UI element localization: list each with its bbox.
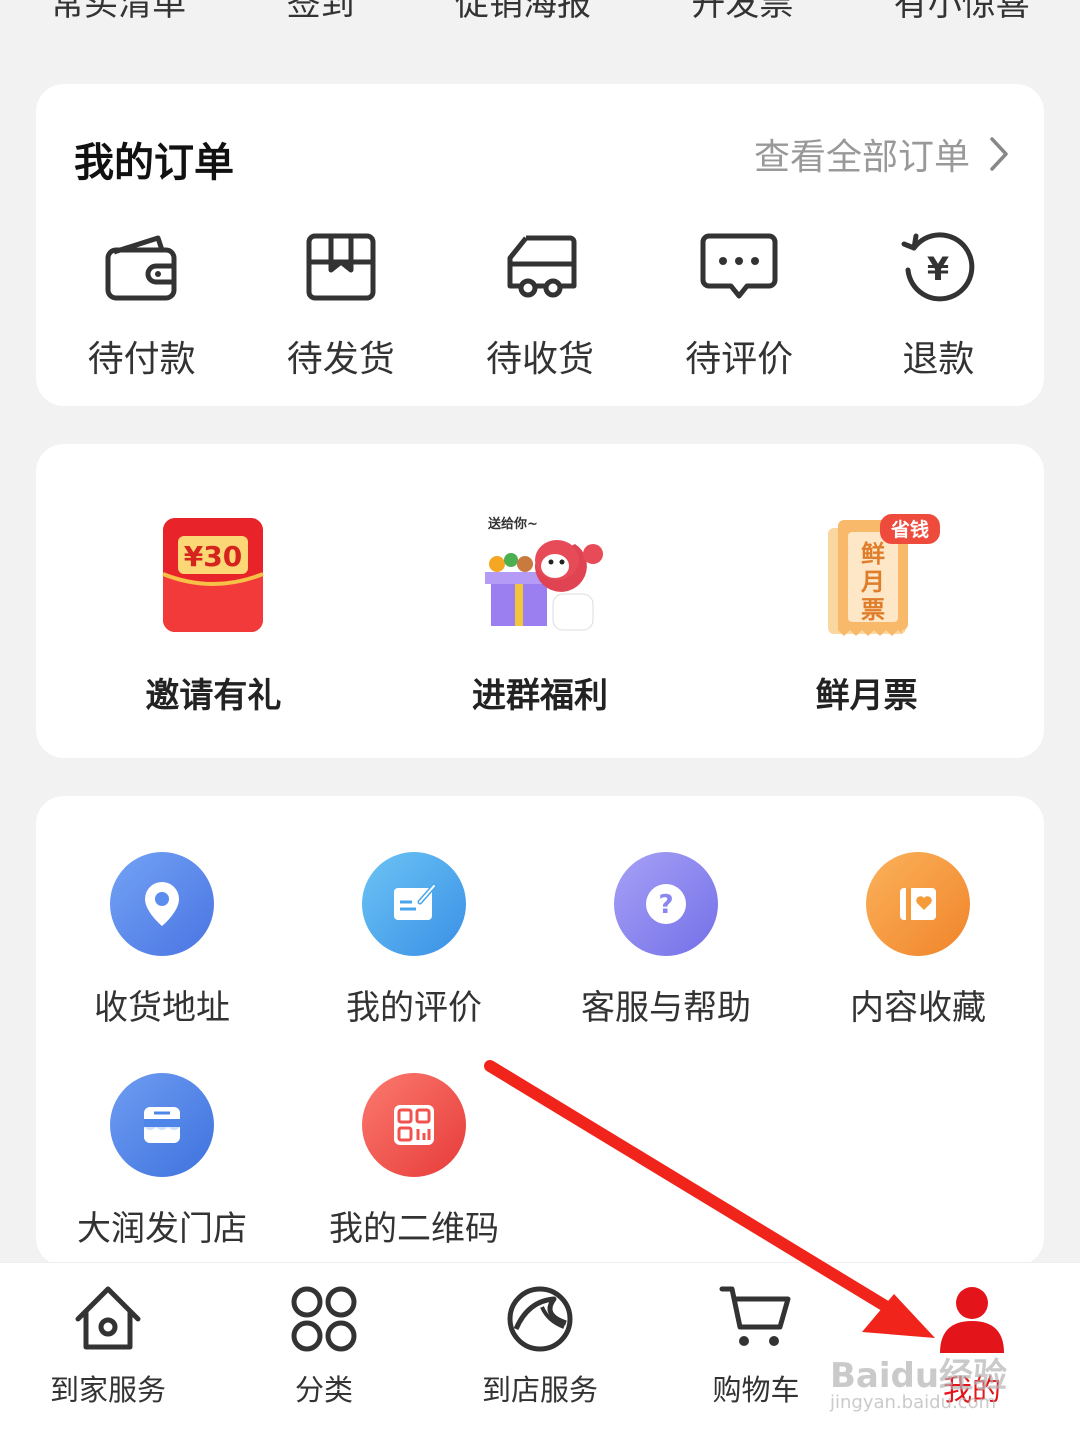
order-refund[interactable]: ¥ 退款 bbox=[843, 230, 1033, 382]
watermark-url: jingyan.baidu.com bbox=[830, 1392, 997, 1413]
order-status-label: 待发货 bbox=[286, 339, 395, 380]
promotions-card: ¥30 邀请有礼 送给你~ 进群福利 鲜 月 票 省钱 鲜月票 bbox=[36, 444, 1044, 758]
edit-note-icon bbox=[362, 852, 466, 956]
order-status-label: 待评价 bbox=[685, 339, 794, 380]
order-pending-shipment[interactable]: 待发货 bbox=[246, 230, 436, 382]
tool-my-reviews[interactable]: 我的评价 bbox=[288, 852, 540, 1029]
tool-label: 大润发门店 bbox=[77, 1209, 247, 1249]
help-icon: ? bbox=[614, 852, 718, 956]
order-status-label: 待付款 bbox=[87, 339, 196, 380]
tool-label: 我的二维码 bbox=[329, 1209, 499, 1249]
promo-group-benefits[interactable]: 送给你~ 进群福利 bbox=[410, 514, 670, 717]
svg-text:票: 票 bbox=[861, 596, 885, 624]
category-icon bbox=[291, 1286, 357, 1352]
tools-card: 收货地址 我的评价 ? 客服与帮助 内容收藏 大润发门店 我的二维码 bbox=[36, 796, 1044, 1266]
comment-icon bbox=[700, 233, 778, 299]
tab-category[interactable]: 分类 bbox=[216, 1263, 432, 1440]
tool-label: 收货地址 bbox=[94, 988, 230, 1028]
order-pending-review[interactable]: 待评价 bbox=[644, 230, 834, 382]
store-service-icon bbox=[507, 1286, 573, 1352]
shortcut-label[interactable]: 有小惊喜 bbox=[894, 0, 1030, 25]
tool-label: 客服与帮助 bbox=[581, 988, 751, 1028]
cart-icon bbox=[719, 1286, 791, 1346]
truck-icon bbox=[507, 235, 577, 298]
qr-code-icon bbox=[362, 1073, 466, 1177]
store-icon bbox=[110, 1073, 214, 1177]
tool-rt-mart-stores[interactable]: 大润发门店 bbox=[36, 1073, 288, 1250]
chevron-right-icon bbox=[990, 137, 1008, 171]
promo-monthly-ticket[interactable]: 鲜 月 票 省钱 鲜月票 bbox=[737, 514, 997, 717]
tab-label: 到店服务 bbox=[481, 1373, 598, 1407]
promo-label: 进群福利 bbox=[471, 676, 608, 716]
tool-shipping-address[interactable]: 收货地址 bbox=[36, 852, 288, 1029]
tool-customer-service[interactable]: ? 客服与帮助 bbox=[540, 852, 792, 1029]
tool-my-qr-code[interactable]: 我的二维码 bbox=[288, 1073, 540, 1250]
bookmark-heart-icon bbox=[866, 852, 970, 956]
ticket-icon: 鲜 月 票 省钱 bbox=[792, 514, 942, 642]
shortcut-label[interactable]: 签到 bbox=[287, 0, 355, 25]
tab-label: 分类 bbox=[294, 1373, 353, 1407]
my-orders-card: 我的订单 查看全部订单 待付款 待发货 待收货 待评价 ¥ 退款 bbox=[36, 84, 1044, 406]
watermark: Baidu经验 bbox=[830, 1356, 1008, 1396]
user-icon bbox=[940, 1287, 1004, 1353]
tool-label: 我的评价 bbox=[346, 988, 482, 1028]
gift-mascot-icon: 送给你~ bbox=[465, 514, 615, 642]
view-all-orders-link[interactable]: 查看全部订单 bbox=[754, 128, 1010, 180]
envelope-amount: ¥30 bbox=[184, 540, 242, 573]
order-status-row: 待付款 待发货 待收货 待评价 ¥ 退款 bbox=[36, 230, 1044, 382]
mascot-caption: 送给你~ bbox=[487, 516, 538, 532]
svg-text:¥: ¥ bbox=[927, 250, 949, 288]
order-pending-receipt[interactable]: 待收货 bbox=[445, 230, 635, 382]
tool-content-favorites[interactable]: 内容收藏 bbox=[792, 852, 1044, 1029]
home-icon bbox=[75, 1286, 141, 1350]
location-pin-icon bbox=[110, 852, 214, 956]
orders-title: 我的订单 bbox=[74, 140, 234, 186]
shortcut-label[interactable]: 常买清单 bbox=[50, 0, 186, 25]
tab-in-store-service[interactable]: 到店服务 bbox=[432, 1263, 648, 1440]
order-status-label: 待收货 bbox=[485, 339, 594, 380]
view-all-label: 查看全部订单 bbox=[753, 137, 970, 178]
package-icon bbox=[306, 233, 376, 301]
tab-home-delivery[interactable]: 到家服务 bbox=[0, 1263, 216, 1440]
promo-label: 邀请有礼 bbox=[145, 676, 282, 716]
tab-label: 到家服务 bbox=[49, 1373, 166, 1407]
order-pending-payment[interactable]: 待付款 bbox=[47, 230, 237, 382]
svg-text:月: 月 bbox=[860, 568, 885, 596]
top-shortcut-strip: 常买清单 签到 促销海报 开发票 有小惊喜 bbox=[0, 0, 1080, 24]
wallet-icon bbox=[105, 235, 177, 301]
order-status-label: 退款 bbox=[902, 339, 975, 380]
tools-grid: 收货地址 我的评价 ? 客服与帮助 内容收藏 大润发门店 我的二维码 bbox=[36, 852, 1044, 1250]
shortcut-label[interactable]: 开发票 bbox=[691, 0, 793, 25]
promo-label: 鲜月票 bbox=[815, 676, 918, 716]
red-envelope-icon: ¥30 bbox=[138, 514, 288, 642]
promo-invite-gift[interactable]: ¥30 邀请有礼 bbox=[83, 514, 343, 717]
refund-icon: ¥ bbox=[901, 232, 975, 302]
shortcut-label[interactable]: 促销海报 bbox=[455, 0, 591, 25]
promotions-row: ¥30 邀请有礼 送给你~ 进群福利 鲜 月 票 省钱 鲜月票 bbox=[36, 514, 1044, 717]
svg-text:?: ? bbox=[658, 890, 673, 920]
svg-text:鲜: 鲜 bbox=[861, 540, 885, 568]
tab-label: 购物车 bbox=[712, 1373, 800, 1407]
tool-label: 内容收藏 bbox=[850, 988, 986, 1028]
ticket-badge: 省钱 bbox=[890, 518, 929, 541]
